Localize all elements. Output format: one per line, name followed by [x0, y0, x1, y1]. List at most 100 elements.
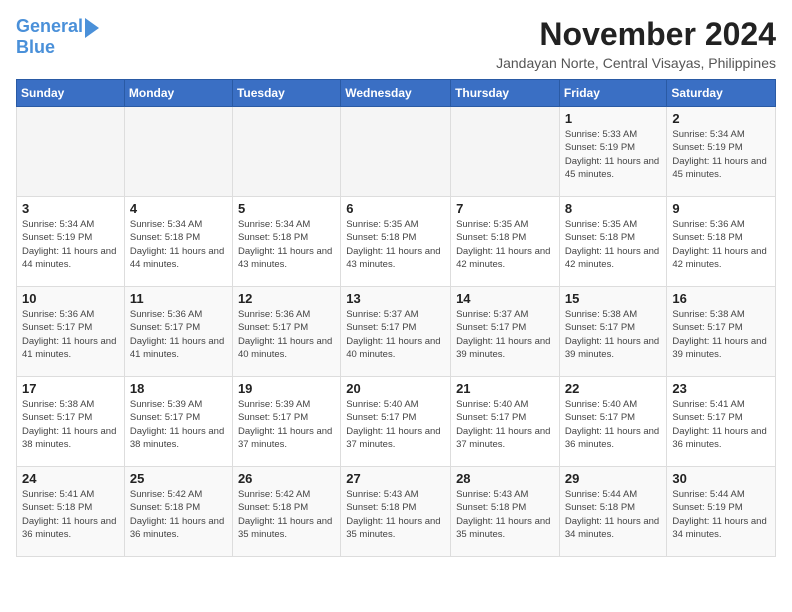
day-info: Sunrise: 5:35 AM Sunset: 5:18 PM Dayligh… [565, 218, 662, 271]
day-info: Sunrise: 5:42 AM Sunset: 5:18 PM Dayligh… [238, 488, 335, 541]
day-number: 20 [346, 381, 445, 396]
day-cell [341, 107, 451, 197]
day-number: 11 [130, 291, 227, 306]
day-cell: 13 Sunrise: 5:37 AM Sunset: 5:17 PM Dayli… [341, 287, 451, 377]
day-number: 4 [130, 201, 227, 216]
day-info: Sunrise: 5:34 AM Sunset: 5:18 PM Dayligh… [238, 218, 335, 271]
header-row: SundayMondayTuesdayWednesdayThursdayFrid… [17, 80, 776, 107]
day-number: 26 [238, 471, 335, 486]
day-number: 30 [672, 471, 770, 486]
day-info: Sunrise: 5:34 AM Sunset: 5:19 PM Dayligh… [672, 128, 770, 181]
logo: General Blue [16, 16, 99, 58]
day-number: 6 [346, 201, 445, 216]
day-number: 5 [238, 201, 335, 216]
month-title: November 2024 [496, 16, 776, 53]
day-cell: 21 Sunrise: 5:40 AM Sunset: 5:17 PM Dayli… [451, 377, 560, 467]
day-info: Sunrise: 5:35 AM Sunset: 5:18 PM Dayligh… [456, 218, 554, 271]
day-info: Sunrise: 5:43 AM Sunset: 5:18 PM Dayligh… [346, 488, 445, 541]
day-number: 7 [456, 201, 554, 216]
day-cell: 5 Sunrise: 5:34 AM Sunset: 5:18 PM Daylig… [232, 197, 340, 287]
calendar-header: SundayMondayTuesdayWednesdayThursdayFrid… [17, 80, 776, 107]
day-info: Sunrise: 5:37 AM Sunset: 5:17 PM Dayligh… [346, 308, 445, 361]
day-cell: 26 Sunrise: 5:42 AM Sunset: 5:18 PM Dayli… [232, 467, 340, 557]
day-info: Sunrise: 5:38 AM Sunset: 5:17 PM Dayligh… [565, 308, 662, 361]
day-number: 13 [346, 291, 445, 306]
day-cell: 30 Sunrise: 5:44 AM Sunset: 5:19 PM Dayli… [667, 467, 776, 557]
logo-text: General [16, 17, 83, 37]
header-monday: Monday [124, 80, 232, 107]
day-cell: 23Sunrise: 5:41 AM Sunset: 5:17 PM Dayli… [667, 377, 776, 467]
day-info: Sunrise: 5:42 AM Sunset: 5:18 PM Dayligh… [130, 488, 227, 541]
day-cell: 18 Sunrise: 5:39 AM Sunset: 5:17 PM Dayli… [124, 377, 232, 467]
day-info: Sunrise: 5:34 AM Sunset: 5:18 PM Dayligh… [130, 218, 227, 271]
day-cell: 9Sunrise: 5:36 AM Sunset: 5:18 PM Daylig… [667, 197, 776, 287]
day-info: Sunrise: 5:44 AM Sunset: 5:19 PM Dayligh… [672, 488, 770, 541]
day-info: Sunrise: 5:36 AM Sunset: 5:18 PM Dayligh… [672, 218, 770, 271]
day-cell: 27Sunrise: 5:43 AM Sunset: 5:18 PM Dayli… [341, 467, 451, 557]
day-number: 25 [130, 471, 227, 486]
day-info: Sunrise: 5:38 AM Sunset: 5:17 PM Dayligh… [672, 308, 770, 361]
day-number: 15 [565, 291, 662, 306]
day-info: Sunrise: 5:35 AM Sunset: 5:18 PM Dayligh… [346, 218, 445, 271]
day-number: 16 [672, 291, 770, 306]
logo-arrow-icon [85, 18, 99, 38]
day-cell: 29 Sunrise: 5:44 AM Sunset: 5:18 PM Dayli… [559, 467, 667, 557]
day-number: 18 [130, 381, 227, 396]
header-thursday: Thursday [451, 80, 560, 107]
day-cell: 25 Sunrise: 5:42 AM Sunset: 5:18 PM Dayli… [124, 467, 232, 557]
day-number: 10 [22, 291, 119, 306]
day-number: 19 [238, 381, 335, 396]
day-cell [124, 107, 232, 197]
day-number: 21 [456, 381, 554, 396]
calendar-body: 1 Sunrise: 5:33 AM Sunset: 5:19 PM Daylig… [17, 107, 776, 557]
day-cell: 10 Sunrise: 5:36 AM Sunset: 5:17 PM Dayli… [17, 287, 125, 377]
week-row-2: 3 Sunrise: 5:34 AM Sunset: 5:19 PM Daylig… [17, 197, 776, 287]
day-number: 14 [456, 291, 554, 306]
page-header: General Blue November 2024 Jandayan Nort… [16, 16, 776, 71]
day-number: 1 [565, 111, 662, 126]
day-cell: 14 Sunrise: 5:37 AM Sunset: 5:17 PM Dayli… [451, 287, 560, 377]
day-cell: 6 Sunrise: 5:35 AM Sunset: 5:18 PM Daylig… [341, 197, 451, 287]
day-info: Sunrise: 5:34 AM Sunset: 5:19 PM Dayligh… [22, 218, 119, 271]
header-friday: Friday [559, 80, 667, 107]
day-info: Sunrise: 5:39 AM Sunset: 5:17 PM Dayligh… [130, 398, 227, 451]
day-cell [17, 107, 125, 197]
day-cell: 22 Sunrise: 5:40 AM Sunset: 5:17 PM Dayli… [559, 377, 667, 467]
day-cell: 2Sunrise: 5:34 AM Sunset: 5:19 PM Daylig… [667, 107, 776, 197]
logo-text2: Blue [16, 38, 55, 58]
day-cell: 28Sunrise: 5:43 AM Sunset: 5:18 PM Dayli… [451, 467, 560, 557]
header-sunday: Sunday [17, 80, 125, 107]
day-cell: 8 Sunrise: 5:35 AM Sunset: 5:18 PM Daylig… [559, 197, 667, 287]
day-cell: 17 Sunrise: 5:38 AM Sunset: 5:17 PM Dayli… [17, 377, 125, 467]
day-info: Sunrise: 5:36 AM Sunset: 5:17 PM Dayligh… [22, 308, 119, 361]
day-info: Sunrise: 5:38 AM Sunset: 5:17 PM Dayligh… [22, 398, 119, 451]
day-cell: 4 Sunrise: 5:34 AM Sunset: 5:18 PM Daylig… [124, 197, 232, 287]
week-row-4: 17 Sunrise: 5:38 AM Sunset: 5:17 PM Dayli… [17, 377, 776, 467]
day-info: Sunrise: 5:43 AM Sunset: 5:18 PM Dayligh… [456, 488, 554, 541]
day-number: 29 [565, 471, 662, 486]
day-number: 12 [238, 291, 335, 306]
day-number: 17 [22, 381, 119, 396]
day-cell: 16 Sunrise: 5:38 AM Sunset: 5:17 PM Dayli… [667, 287, 776, 377]
day-number: 3 [22, 201, 119, 216]
day-cell: 12Sunrise: 5:36 AM Sunset: 5:17 PM Dayli… [232, 287, 340, 377]
day-info: Sunrise: 5:33 AM Sunset: 5:19 PM Dayligh… [565, 128, 662, 181]
day-info: Sunrise: 5:40 AM Sunset: 5:17 PM Dayligh… [346, 398, 445, 451]
week-row-5: 24Sunrise: 5:41 AM Sunset: 5:18 PM Dayli… [17, 467, 776, 557]
day-number: 23 [672, 381, 770, 396]
day-info: Sunrise: 5:37 AM Sunset: 5:17 PM Dayligh… [456, 308, 554, 361]
day-number: 22 [565, 381, 662, 396]
day-number: 8 [565, 201, 662, 216]
day-cell [451, 107, 560, 197]
header-tuesday: Tuesday [232, 80, 340, 107]
day-cell: 1 Sunrise: 5:33 AM Sunset: 5:19 PM Daylig… [559, 107, 667, 197]
day-info: Sunrise: 5:40 AM Sunset: 5:17 PM Dayligh… [565, 398, 662, 451]
day-number: 24 [22, 471, 119, 486]
day-info: Sunrise: 5:36 AM Sunset: 5:17 PM Dayligh… [130, 308, 227, 361]
day-cell: 19Sunrise: 5:39 AM Sunset: 5:17 PM Dayli… [232, 377, 340, 467]
day-info: Sunrise: 5:40 AM Sunset: 5:17 PM Dayligh… [456, 398, 554, 451]
header-saturday: Saturday [667, 80, 776, 107]
week-row-1: 1 Sunrise: 5:33 AM Sunset: 5:19 PM Daylig… [17, 107, 776, 197]
day-info: Sunrise: 5:44 AM Sunset: 5:18 PM Dayligh… [565, 488, 662, 541]
day-cell: 24Sunrise: 5:41 AM Sunset: 5:18 PM Dayli… [17, 467, 125, 557]
